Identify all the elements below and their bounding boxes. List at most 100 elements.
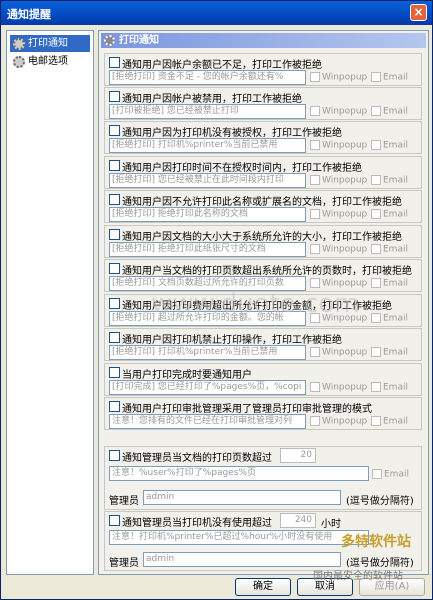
email-option[interactable]: Email: [371, 313, 408, 324]
email-checkbox[interactable]: [371, 416, 381, 426]
close-button[interactable]: ×: [410, 4, 427, 21]
winpopup-option[interactable]: Winpopup: [310, 416, 367, 427]
email-checkbox[interactable]: [371, 278, 381, 288]
email-checkbox[interactable]: [371, 140, 381, 150]
sidebar-item-print-notification[interactable]: 打印通知: [10, 35, 90, 52]
email-option[interactable]: Email: [371, 347, 408, 358]
group-message-input[interactable]: [拒绝打印] 拒绝打印此名称的文档: [109, 207, 306, 222]
email-option[interactable]: Email: [371, 72, 408, 83]
group-checkbox[interactable]: [109, 229, 120, 240]
admin-input[interactable]: admin: [143, 552, 341, 567]
email-checkbox[interactable]: [372, 469, 382, 479]
group-title: 通知用户因打印时间不在授权时间内，打印工作被拒绝: [122, 163, 362, 174]
group-checkbox[interactable]: [109, 263, 120, 274]
winpopup-label: Winpopup: [322, 382, 368, 393]
winpopup-option[interactable]: Winpopup: [310, 244, 367, 255]
group-message-input[interactable]: [拒绝打印] 拒绝打印此纸张尺寸的文档: [109, 242, 306, 257]
email-label: Email: [383, 209, 408, 220]
pages-count-input[interactable]: 20: [280, 448, 316, 463]
email-option[interactable]: Email: [371, 209, 408, 220]
group-checkbox[interactable]: [109, 194, 120, 205]
admin-input[interactable]: admin: [143, 490, 341, 505]
group-checkbox[interactable]: [109, 125, 120, 136]
email-label: Email: [383, 244, 408, 255]
gear-icon: [104, 35, 115, 46]
group-checkbox[interactable]: [109, 332, 120, 343]
notification-group: 通知用户因帐户被禁用，打印工作被拒绝 [打印被拒绝] 您已经被禁止打印 Winpop…: [104, 87, 422, 120]
notification-group: 通知用户因为打印机没有被授权，打印工作被拒绝 [拒绝打印] 打印机%printer…: [104, 121, 422, 154]
group-message-input[interactable]: [拒绝打印] 打印机%printer%当前已禁用: [109, 138, 306, 153]
winpopup-option[interactable]: Winpopup: [310, 72, 367, 83]
winpopup-checkbox[interactable]: [310, 278, 320, 288]
email-option[interactable]: Email: [371, 106, 408, 117]
group-title: 通知用户因不允许打印此名称或扩展名的文档，打印工作被拒绝: [122, 197, 402, 208]
group-title: 通知用户因帐户被禁用，打印工作被拒绝: [122, 94, 302, 105]
winpopup-label: Winpopup: [322, 416, 368, 427]
email-checkbox[interactable]: [371, 72, 381, 82]
watermark-tagline: 国内最安全的软件站: [313, 571, 403, 582]
winpopup-checkbox[interactable]: [310, 347, 320, 357]
email-label: Email: [384, 469, 409, 480]
email-checkbox[interactable]: [371, 313, 381, 323]
admin-pages-message-input[interactable]: 注意！%user%打印了%pages%页: [109, 466, 369, 481]
email-label: Email: [383, 278, 408, 289]
winpopup-option[interactable]: Winpopup: [310, 209, 367, 220]
winpopup-checkbox[interactable]: [310, 175, 320, 185]
email-checkbox[interactable]: [371, 347, 381, 357]
admin-idle-message-input[interactable]: 注意！打印机%printer%已超过%hour%小时没有使用: [109, 530, 369, 545]
group-message-input[interactable]: [打印完成] 您已经打印了%pages%页，%copi: [109, 380, 306, 395]
winpopup-option[interactable]: Winpopup: [310, 140, 367, 151]
winpopup-checkbox[interactable]: [310, 72, 320, 82]
email-option[interactable]: Email: [371, 140, 408, 151]
winpopup-checkbox[interactable]: [310, 382, 320, 392]
admin-idle-title: 通知管理员当打印机没有使用超过: [122, 518, 272, 529]
winpopup-option[interactable]: Winpopup: [310, 382, 367, 393]
email-option[interactable]: Email: [371, 244, 408, 255]
group-message-input[interactable]: [拒绝打印] 打印机%printer%当前已禁用: [109, 345, 306, 360]
notification-group: 通知用户因文档的大小大于系统所允许的大小，打印工作被拒绝 [拒绝打印] 拒绝打印此…: [104, 225, 422, 258]
group-checkbox[interactable]: [109, 367, 120, 378]
winpopup-checkbox[interactable]: [310, 106, 320, 116]
email-option[interactable]: Email: [371, 382, 408, 393]
group-message-input[interactable]: [拒绝打印] 您已经被禁止在此时间段内打印: [109, 173, 306, 188]
window-title: 通知提醒: [7, 8, 51, 21]
email-option[interactable]: Email: [372, 469, 409, 480]
group-message-input[interactable]: [打印被拒绝] 您已经被禁止打印: [109, 104, 306, 119]
email-label: Email: [383, 175, 408, 186]
group-checkbox[interactable]: [109, 298, 120, 309]
email-checkbox[interactable]: [371, 209, 381, 219]
group-title: 通知用户打印审批管理采用了管理员打印审批管理的模式: [122, 404, 372, 415]
email-checkbox[interactable]: [371, 175, 381, 185]
email-checkbox[interactable]: [371, 382, 381, 392]
email-checkbox[interactable]: [371, 244, 381, 254]
email-option[interactable]: Email: [371, 416, 408, 427]
winpopup-checkbox[interactable]: [310, 140, 320, 150]
winpopup-option[interactable]: Winpopup: [310, 106, 367, 117]
group-checkbox[interactable]: [109, 57, 120, 68]
admin-idle-checkbox[interactable]: [109, 515, 120, 526]
winpopup-checkbox[interactable]: [310, 209, 320, 219]
notification-group: 通知用户因打印机禁止打印操作，打印工作被拒绝 [拒绝打印] 打印机%printer…: [104, 328, 422, 361]
email-checkbox[interactable]: [371, 106, 381, 116]
email-option[interactable]: Email: [371, 175, 408, 186]
winpopup-option[interactable]: Winpopup: [310, 175, 367, 186]
idle-hours-input[interactable]: 240: [280, 513, 316, 528]
group-title: 通知用户因打印机禁止打印操作，打印工作被拒绝: [122, 335, 342, 346]
panel-title: 打印通知: [119, 35, 159, 46]
winpopup-checkbox[interactable]: [310, 244, 320, 254]
group-checkbox[interactable]: [109, 91, 120, 102]
winpopup-checkbox[interactable]: [310, 416, 320, 426]
sidebar-item-email-options[interactable]: 电邮选项: [10, 53, 90, 70]
group-title: 通知用户因帐户余额已不足，打印工作被拒绝: [122, 60, 322, 71]
group-checkbox[interactable]: [109, 160, 120, 171]
admin-pages-checkbox[interactable]: [109, 450, 120, 461]
hint-label: (逗号做分隔符): [346, 496, 414, 507]
winpopup-option[interactable]: Winpopup: [310, 278, 367, 289]
group-message-input[interactable]: 注意！您排有的文件已经在打印审批管理对列: [109, 414, 306, 429]
group-message-input[interactable]: [拒绝打印] 资金不足 - 您的帐户余额还有%: [109, 70, 306, 85]
ok-button[interactable]: 确定: [235, 578, 291, 596]
email-option[interactable]: Email: [371, 278, 408, 289]
winpopup-option[interactable]: Winpopup: [310, 347, 367, 358]
group-checkbox[interactable]: [109, 401, 120, 412]
notification-group: 当用户打印完成时要通知用户 [打印完成] 您已经打印了%pages%页，%copi…: [104, 363, 422, 396]
